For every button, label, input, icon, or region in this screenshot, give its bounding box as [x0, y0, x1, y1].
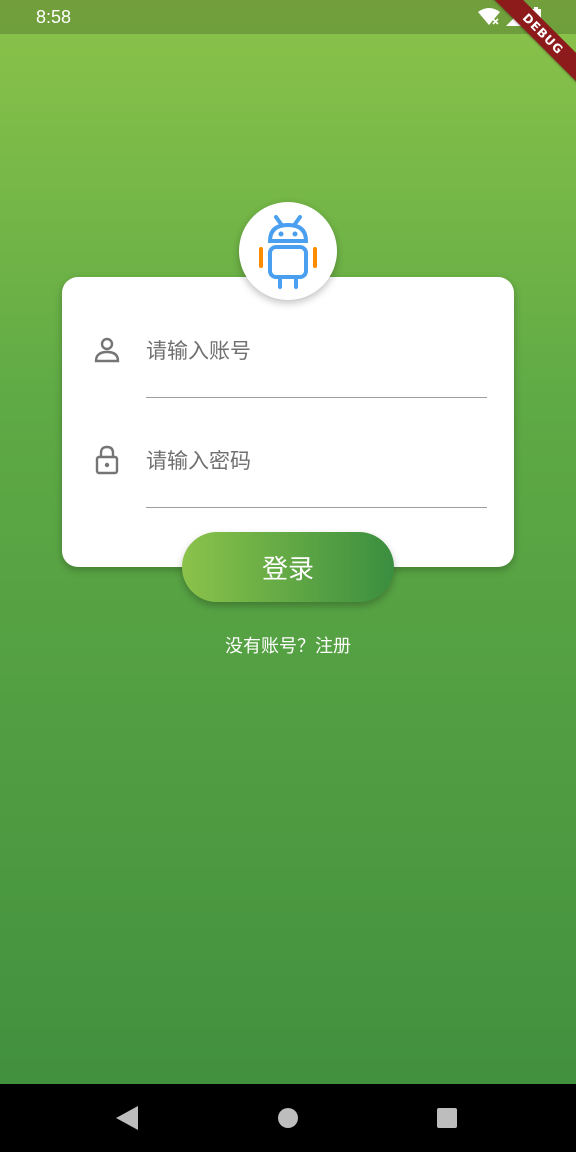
person-icon [94, 337, 120, 363]
android-icon [259, 215, 317, 289]
login-button[interactable]: 登录 [182, 532, 394, 602]
recent-apps-icon[interactable] [437, 1108, 457, 1128]
login-card: 请输入账号 请输入密码 [62, 277, 514, 567]
wifi-icon [478, 8, 500, 25]
back-icon[interactable] [116, 1106, 138, 1130]
password-input[interactable]: 请输入密码 [146, 445, 251, 475]
password-field[interactable]: 请输入密码 [62, 429, 514, 509]
username-field[interactable]: 请输入账号 [62, 319, 514, 399]
home-icon[interactable] [278, 1108, 298, 1128]
username-underline [146, 397, 487, 398]
navigation-bar [0, 1084, 576, 1152]
lock-icon [95, 445, 119, 475]
app-logo [239, 202, 337, 300]
username-input[interactable]: 请输入账号 [146, 335, 251, 365]
password-underline [146, 507, 487, 508]
register-link[interactable]: 没有账号？注册 [0, 632, 576, 658]
status-bar: 8:58 [0, 0, 576, 34]
status-time: 8:58 [36, 6, 72, 27]
